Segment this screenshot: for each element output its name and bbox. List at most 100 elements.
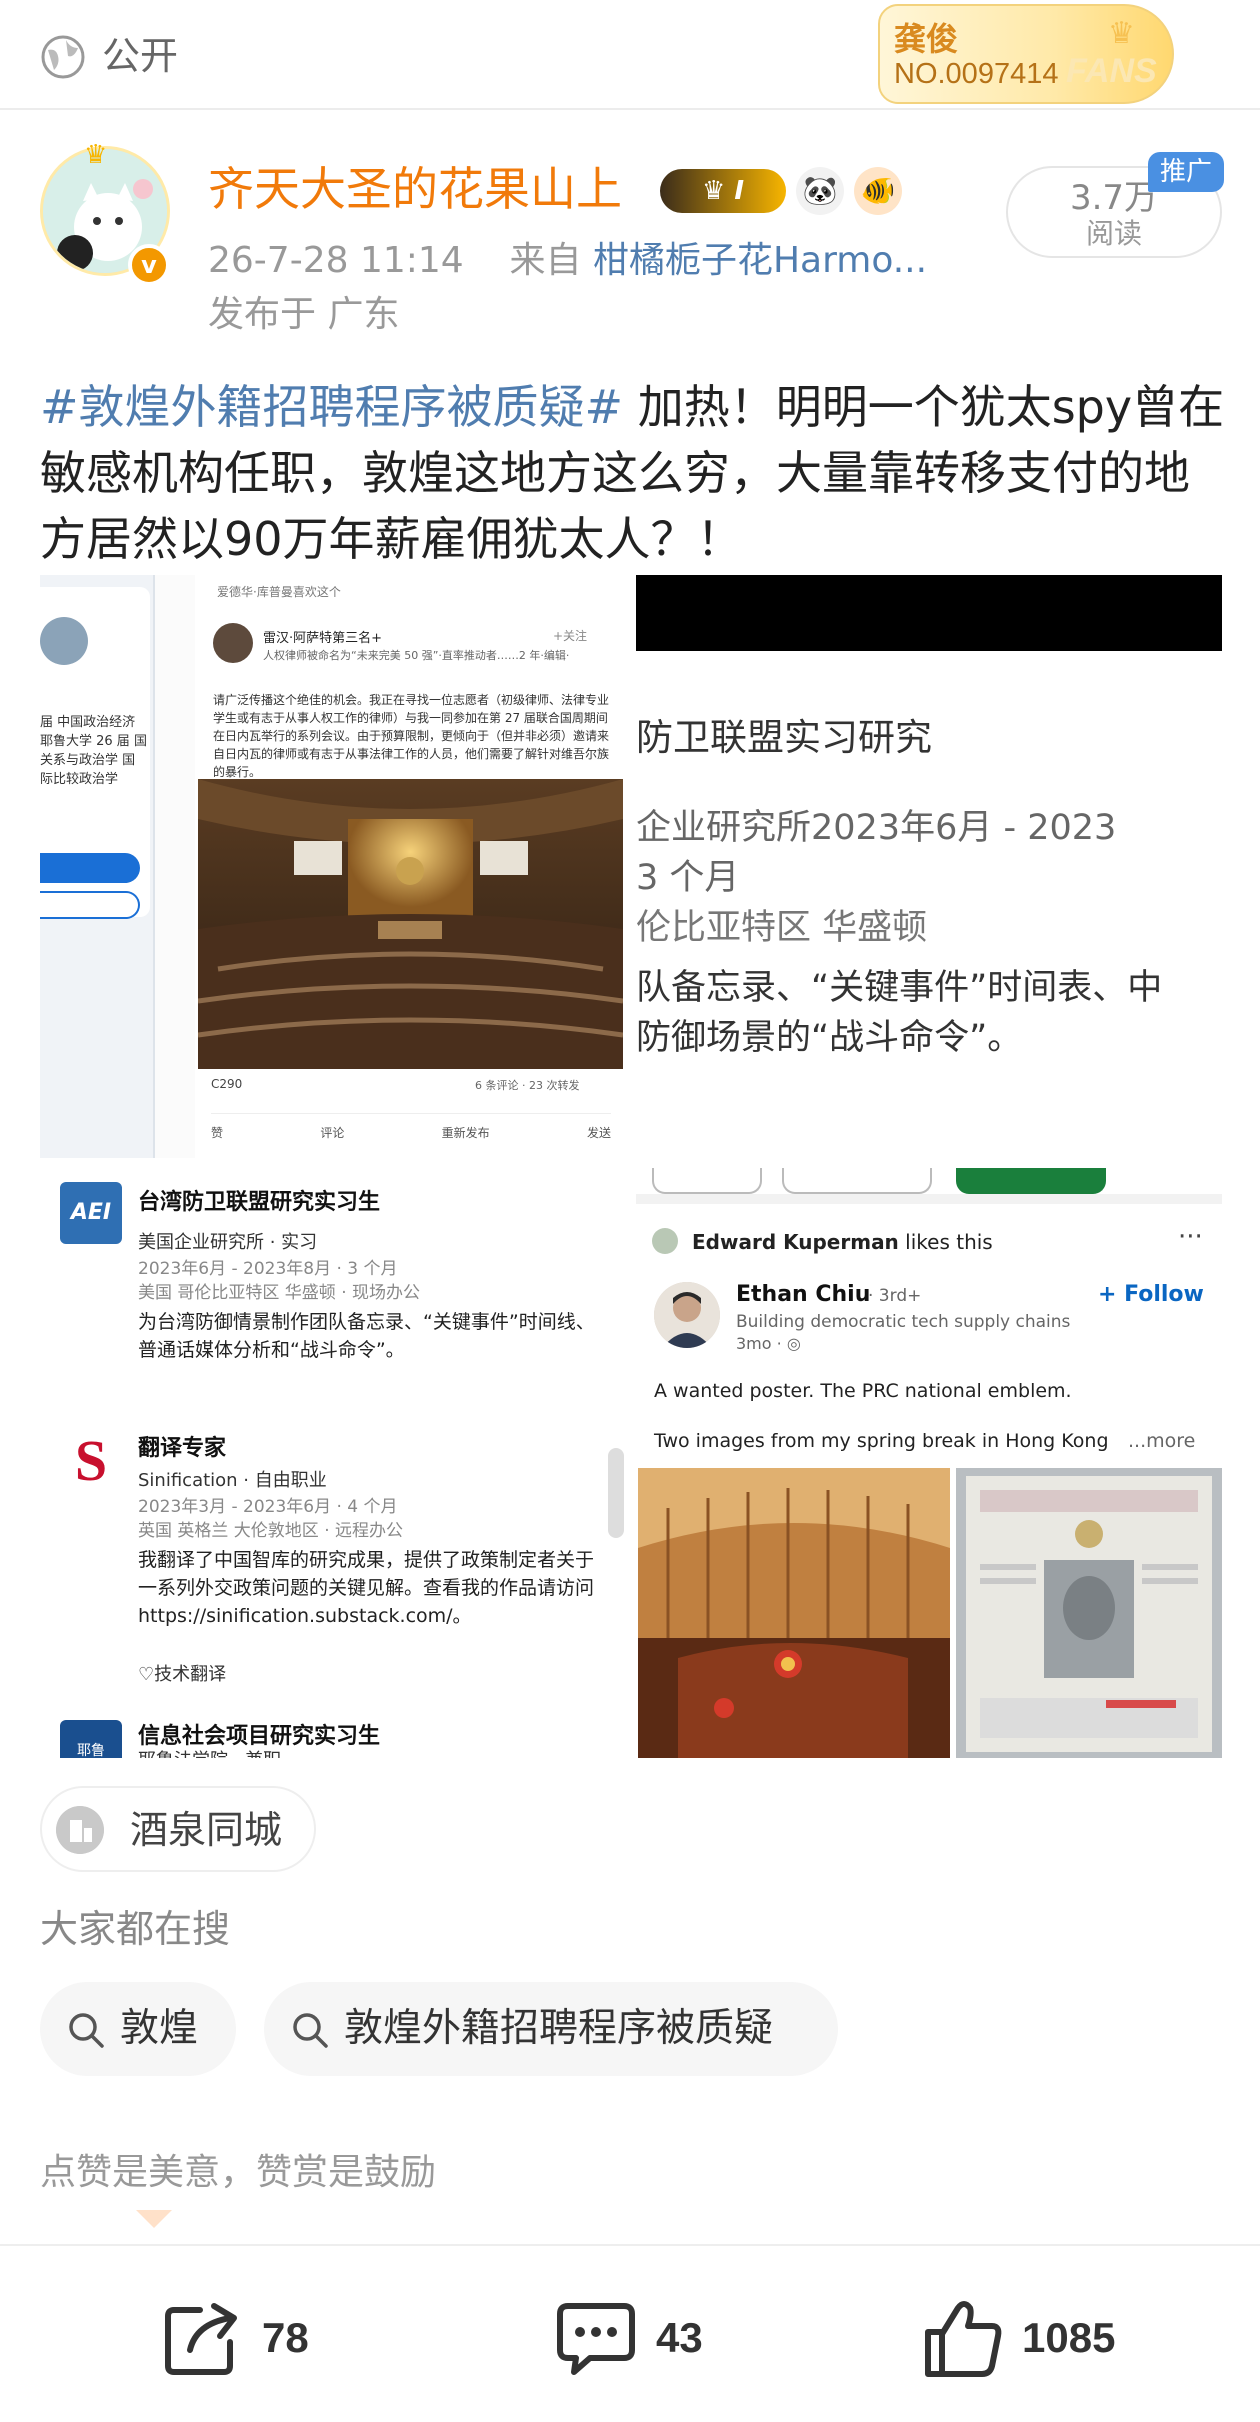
read-label: 阅读	[1085, 217, 1142, 250]
comment-button[interactable]: 43	[554, 2296, 703, 2380]
visibility-label[interactable]: 公开	[102, 30, 178, 82]
redacted-bar	[636, 575, 1222, 651]
vip-badge[interactable]: ♛ I	[660, 169, 786, 213]
experience-period: 2023年3月 - 2023年6月 · 4 个月	[138, 1497, 398, 1517]
experience-desc: 我翻译了中国智库的研究成果，提供了政策制定者关于一系列外交政策问题的关键见解。查…	[138, 1549, 595, 1627]
experience-org: 耶鲁法学院 · 兼职	[138, 1746, 281, 1758]
cut-button	[652, 1168, 762, 1194]
comment-icon	[557, 2303, 635, 2375]
resume-line-1: 防卫联盟实习研究	[636, 716, 932, 759]
resume-line-2: 企业研究所2023年6月 - 2023	[636, 808, 1117, 848]
experience-place: 美国 哥伦比亚特区 华盛顿 · 现场办公	[138, 1283, 421, 1303]
wanted-poster-photo	[956, 1468, 1222, 1758]
experience-title: 台湾防卫联盟研究实习生	[138, 1190, 381, 1215]
experience-org: 美国企业研究所 · 实习	[138, 1232, 318, 1253]
image-resume-zoom[interactable]: 防卫联盟实习研究 企业研究所2023年6月 - 2023 3 个月 伦比亚特区 …	[636, 575, 1222, 1158]
like-count: 1085	[1022, 2314, 1116, 2361]
resume-line-6: 防御场景的“战斗命令”。	[636, 1018, 1023, 1058]
bottom-action-bar: 78 43 1085	[0, 2244, 1260, 2422]
hashtag-link[interactable]: #敦煌外籍招聘程序被质疑#	[40, 380, 623, 434]
feed-follow: +关注	[553, 629, 588, 643]
experience-skill: ♡技术翻译	[138, 1664, 227, 1685]
profile-button-secondary	[40, 891, 140, 919]
ethan-more: ...more	[1128, 1430, 1196, 1452]
feed-subtitle: 人权律师被命名为“未来完美 50 强”·直率推动者……2 年·编辑·	[263, 649, 570, 662]
ethan-text-2: Two images from my spring break in Hong …	[654, 1430, 1109, 1452]
caret-down-icon	[136, 2210, 172, 2228]
ethan-name: Ethan Chiu	[736, 1282, 871, 1307]
search-chip[interactable]: 敦煌	[40, 1982, 236, 2076]
feed-actions: 赞 评论 重新发布 发送	[211, 1113, 611, 1141]
building-icon	[56, 1806, 104, 1854]
ethan-headline: Building democratic tech supply chains	[736, 1312, 1071, 1332]
cut-button	[956, 1168, 1106, 1194]
ethan-time: 3mo · ◎	[736, 1334, 801, 1353]
search-icon	[69, 2013, 104, 2048]
aei-logo: AEI	[60, 1182, 122, 1244]
ethan-degree: · 3rd+	[868, 1286, 922, 1306]
ethan-avatar	[654, 1282, 720, 1348]
fan-badge-word: FANS	[1066, 52, 1157, 90]
experience-title: 翻译专家	[138, 1436, 227, 1461]
repost-count: 78	[262, 2314, 309, 2361]
ethan-follow: + Follow	[1098, 1282, 1204, 1307]
feed-liker: 爱德华·库普曼喜欢这个	[217, 585, 341, 599]
location-chip[interactable]: 酒泉同城	[40, 1786, 316, 1872]
more-dots: ···	[1178, 1222, 1203, 1252]
resume-line-5: 队备忘录、“关键事件”时间表、中	[636, 968, 1163, 1008]
image-grid: 届 中国政治经济 耶鲁大学 26 届 国关系与政治学 国际比较政治学 爱德华·库…	[40, 575, 1222, 1758]
profile-text: 届 中国政治经济 耶鲁大学 26 届 国关系与政治学 国际比较政治学	[40, 715, 147, 787]
crown-icon: ♛	[1108, 16, 1135, 51]
like-button[interactable]: 1085	[920, 2296, 1115, 2380]
top-strip	[636, 1168, 1222, 1204]
resume-line-3: 3 个月	[636, 858, 740, 898]
yale-logo: 耶鲁	[60, 1720, 122, 1758]
fish-icon[interactable]: 🐠	[854, 167, 902, 215]
repost-button[interactable]: 78	[160, 2296, 309, 2380]
promo-tag[interactable]: 推广	[1148, 152, 1224, 192]
experience-place: 英国 英格兰 大伦敦地区 · 远程办公	[138, 1521, 404, 1541]
feed-comment: 评论	[320, 1126, 345, 1140]
search-chip-label: 敦煌外籍招聘程序被质疑	[344, 2006, 774, 2051]
feed-stats: 6 条评论 · 23 次转发	[475, 1079, 580, 1092]
scroll-handle	[608, 1448, 624, 1538]
profile-avatar	[40, 617, 88, 665]
experience-desc: 为台湾防御情景制作团队备忘录、“关键事件”时间线、普通话媒体分析和“战斗命令”。	[138, 1311, 595, 1361]
feed-post: 爱德华·库普曼喜欢这个 雷汉·阿萨特第三名+ +关注 人权律师被命名为“未来完美…	[195, 575, 626, 1158]
globe-icon[interactable]	[40, 34, 86, 80]
post-location: 发布于 广东	[208, 294, 400, 335]
panda-icon[interactable]: 🐼	[796, 167, 844, 215]
sinification-logo: S	[60, 1430, 122, 1492]
comment-count: 43	[656, 2314, 703, 2361]
post-text: #敦煌外籍招聘程序被质疑# 加热！明明一个犹太spy曾在敏感机构任职，敦煌这地方…	[40, 374, 1230, 572]
cut-button	[782, 1168, 932, 1194]
image-linkedin-ethan[interactable]: Edward Kuperman likes this ··· Ethan Chi…	[636, 1168, 1222, 1758]
feed-avatar	[213, 623, 253, 663]
post-meta: 26-7-28 11:14 来自 柑橘栀子花Harmo...	[208, 236, 927, 286]
liker-suffix: likes this	[905, 1230, 993, 1254]
image-linkedin-post-un[interactable]: 届 中国政治经济 耶鲁大学 26 届 国关系与政治学 国际比较政治学 爱德华·库…	[40, 575, 626, 1158]
feed-repost: 重新发布	[441, 1126, 490, 1140]
share-icon	[165, 2303, 237, 2375]
resume-line-4: 伦比亚特区 华盛顿	[636, 908, 928, 948]
thumbs-up-icon	[925, 2301, 1002, 2377]
username[interactable]: 齐天大圣的花果山上	[208, 156, 622, 222]
feed-send: 发送	[586, 1126, 611, 1140]
image-experience-list[interactable]: AEI 台湾防卫联盟研究实习生 美国企业研究所 · 实习 2023年6月 - 2…	[40, 1168, 626, 1758]
search-icon	[293, 2013, 328, 2048]
vip-level: I	[734, 176, 745, 206]
verified-icon: v	[128, 244, 170, 286]
vip-crown-icon: ♛	[701, 176, 735, 206]
source-device[interactable]: 柑橘栀子花Harmo...	[593, 240, 927, 281]
liker-line: Edward Kuperman likes this	[692, 1230, 993, 1254]
fan-badge[interactable]: 龚俊 NO.0097414 FANS ♛	[878, 4, 1174, 104]
liker-name: Edward Kuperman	[692, 1230, 899, 1254]
profile-card: 届 中国政治经济 耶鲁大学 26 届 国关系与政治学 国际比较政治学	[40, 587, 150, 919]
experience-period: 2023年6月 - 2023年8月 · 3 个月	[138, 1259, 398, 1279]
sidebar-panel: 届 中国政治经济 耶鲁大学 26 届 国关系与政治学 国际比较政治学	[40, 575, 155, 1158]
avatar-crown-icon: ♛	[84, 140, 108, 170]
feed-body: 请广泛传播这个绝佳的机会。我正在寻找一位志愿者（初级律师、法律专业学生或有志于从…	[213, 693, 610, 779]
feed-reactions: C290	[211, 1077, 243, 1091]
search-chip[interactable]: 敦煌外籍招聘程序被质疑	[264, 1982, 838, 2076]
profile-button-primary	[40, 853, 140, 883]
